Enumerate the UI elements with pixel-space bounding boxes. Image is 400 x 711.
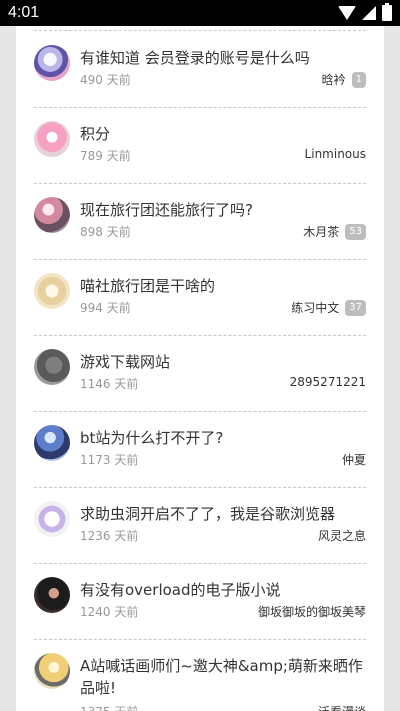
thread-author[interactable]: Linminous: [305, 147, 366, 161]
status-bar: 4:01: [0, 0, 400, 26]
thread-item[interactable]: 求助虫洞开启不了了，我是谷歌浏览器 1236 天前 风灵之息: [34, 487, 366, 564]
reply-count-badge: 37: [345, 299, 366, 316]
thread-item[interactable]: 现在旅行团还能旅行了吗? 898 天前 木月茶 53: [34, 183, 366, 260]
battery-charging-icon: [382, 3, 392, 21]
thread-item[interactable]: 积分 789 天前 Linminous: [34, 107, 366, 184]
avatar-anime-girl-icon[interactable]: [34, 197, 70, 233]
thread-item[interactable]: 喵社旅行团是干啥的 994 天前 练习中文 37: [34, 259, 366, 336]
thread-time: 490 天前: [80, 73, 131, 87]
thread-author[interactable]: 风灵之息: [318, 527, 366, 544]
thread-title[interactable]: A站喊话画师们~邀大神&amp;萌新来晒作品啦!: [80, 655, 366, 699]
thread-time: 1173 天前: [80, 453, 139, 467]
thread-author[interactable]: 仲夏: [342, 451, 366, 468]
thread-title[interactable]: 游戏下载网站: [80, 351, 366, 373]
thread-time: 789 天前: [80, 149, 131, 163]
thread-title[interactable]: 积分: [80, 123, 366, 145]
wifi-icon: [338, 6, 356, 20]
reply-count-badge: 1: [351, 71, 366, 88]
avatar-pink-hair-icon[interactable]: [34, 121, 70, 157]
status-icons: [338, 3, 392, 21]
thread-title[interactable]: 喵社旅行团是干啥的: [80, 275, 366, 297]
thread-title[interactable]: bt站为什么打不开了?: [80, 427, 366, 449]
avatar-blue-hair-icon[interactable]: [34, 425, 70, 461]
avatar-dark-hair-icon[interactable]: [34, 577, 70, 613]
avatar-sky-icon[interactable]: [34, 653, 70, 689]
thread-meta: 风灵之息: [318, 527, 366, 544]
thread-time: 1236 天前: [80, 529, 139, 543]
thread-title[interactable]: 求助虫洞开启不了了，我是谷歌浏览器: [80, 503, 366, 525]
thread-item[interactable]: A站喊话画师们~邀大神&amp;萌新来晒作品啦! 1375 天前 泛看漫谈: [34, 639, 366, 711]
thread-time: 1375 天前: [80, 703, 138, 711]
avatar-anime-girl-icon[interactable]: [34, 45, 70, 81]
reply-count-badge: 53: [345, 223, 366, 240]
thread-author[interactable]: 木月茶: [303, 223, 339, 240]
thread-item[interactable]: 游戏下载网站 1146 天前 2895271221: [34, 335, 366, 412]
thread-item[interactable]: 有没有overload的电子版小说 1240 天前 御坂御坂的御坂美琴: [34, 563, 366, 640]
thread-item[interactable]: bt站为什么打不开了? 1173 天前 仲夏: [34, 411, 366, 488]
thread-time: 898 天前: [80, 225, 131, 239]
thread-author[interactable]: 御坂御坂的御坂美琴: [258, 603, 366, 620]
thread-time: 994 天前: [80, 301, 131, 315]
thread-meta: 泛看漫谈: [318, 703, 366, 711]
thread-meta: 晗衿 1: [322, 71, 366, 88]
thread-title[interactable]: 有没有overload的电子版小说: [80, 579, 366, 601]
thread-meta: 仲夏: [342, 451, 366, 468]
thread-author[interactable]: 晗衿: [322, 71, 346, 88]
thread-author[interactable]: 2895271221: [290, 375, 366, 389]
thread-title[interactable]: 有谁知道 会员登录的账号是什么吗: [80, 47, 366, 69]
thread-author[interactable]: 练习中文: [291, 299, 339, 316]
thread-meta: 练习中文 37: [291, 299, 366, 316]
thread-time: 1240 天前: [80, 605, 139, 619]
thread-meta: Linminous: [305, 147, 366, 161]
avatar-chibi-icon[interactable]: [34, 501, 70, 537]
thread-meta: 木月茶 53: [303, 223, 366, 240]
avatar-default-icon[interactable]: [34, 349, 70, 385]
thread-title[interactable]: 现在旅行团还能旅行了吗?: [80, 199, 366, 221]
thread-item[interactable]: 有谁知道 会员登录的账号是什么吗 490 天前 晗衿 1: [34, 30, 366, 108]
thread-author[interactable]: 泛看漫谈: [318, 703, 366, 711]
thread-meta: 2895271221: [290, 375, 366, 389]
thread-meta: 御坂御坂的御坂美琴: [258, 603, 366, 620]
avatar-cat-icon[interactable]: [34, 273, 70, 309]
signal-icon: [362, 6, 376, 20]
thread-time: 1146 天前: [80, 377, 139, 391]
status-time: 4:01: [8, 4, 40, 21]
thread-list-card: 有谁知道 会员登录的账号是什么吗 490 天前 晗衿 1 积分 789 天前 L…: [16, 26, 384, 711]
